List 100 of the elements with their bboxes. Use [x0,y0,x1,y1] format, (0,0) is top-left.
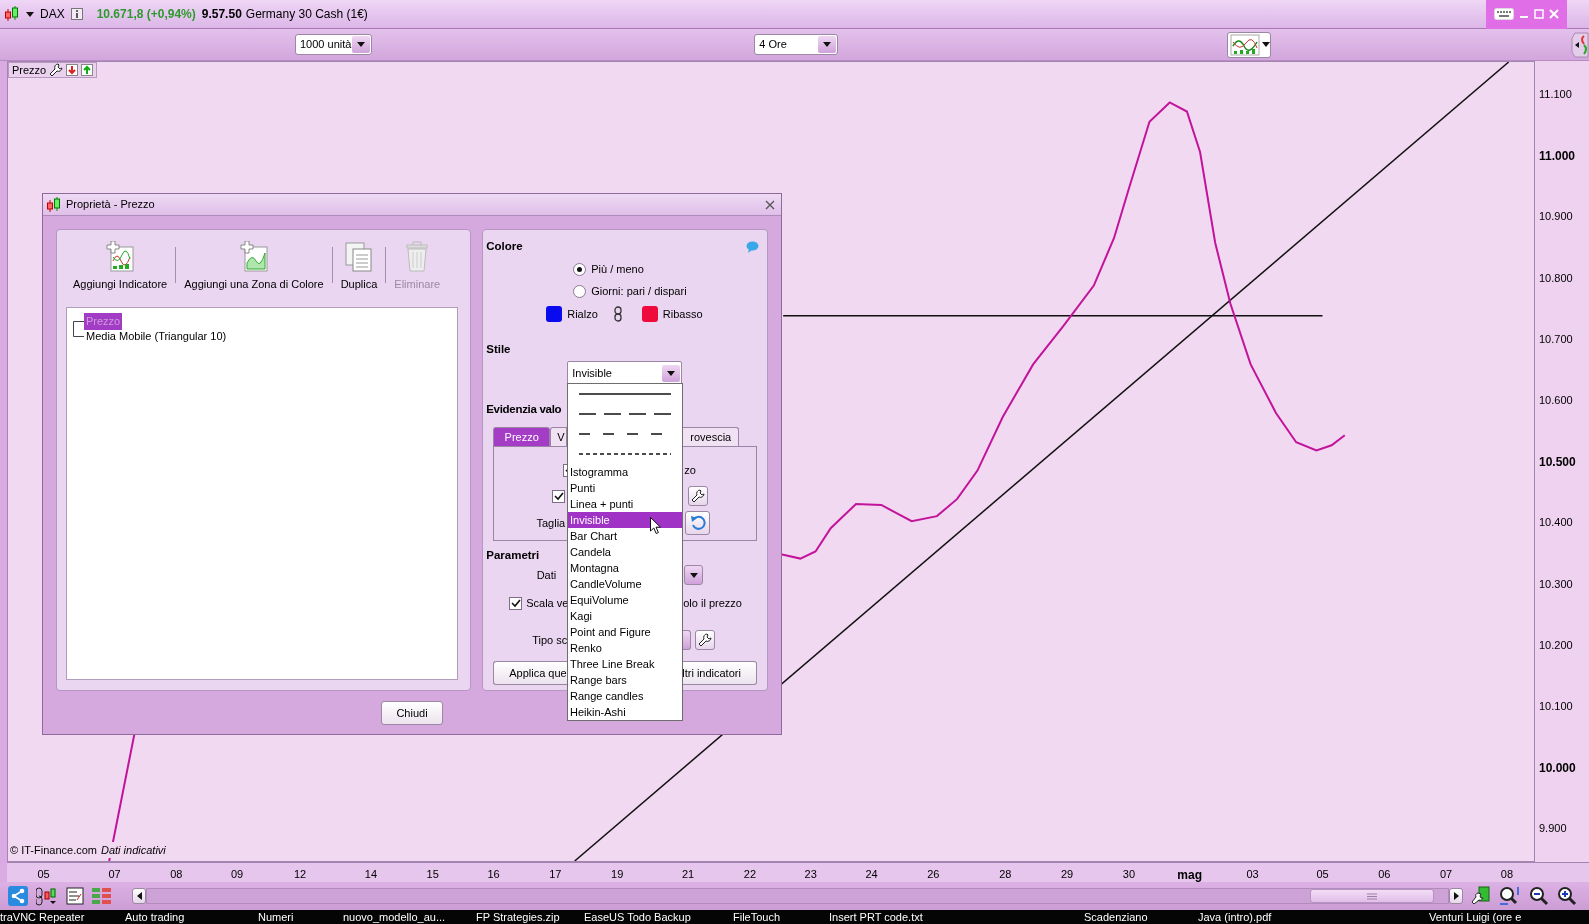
date-label: 29 [1060,867,1074,882]
price-label: 10.100 [1539,699,1573,714]
time-label: 9.57.50 [201,6,242,23]
chain-link-icon[interactable] [613,306,622,322]
maximize-icon[interactable] [1534,9,1544,19]
quantity-dropdown[interactable]: 1000 unità [295,34,373,55]
menu-item[interactable]: Heikin-Ashi [568,704,682,720]
menu-item[interactable]: Linea + punti [568,496,682,512]
zoom-in-icon[interactable] [1557,886,1577,906]
date-label: 26 [927,867,940,882]
scroll-thumb[interactable] [1310,889,1434,903]
toolbar-button[interactable]: Duplica [336,240,382,292]
zoom-fit-icon[interactable] [1499,886,1521,906]
taskbar-item[interactable]: nuovo_modello_au... [343,910,446,924]
taskbar-item[interactable]: Auto trading [125,910,185,924]
taskbar-item[interactable]: Numeri [258,910,294,924]
timeframe-dropdown[interactable]: 4 Ore [754,34,838,55]
menu-item[interactable]: CandleVolume [568,576,682,592]
price-label: 10.400 [1539,515,1573,531]
info-icon[interactable] [70,8,83,20]
linked-candles-icon[interactable] [36,886,58,906]
menu-item[interactable]: Istogramma [568,464,682,480]
taskbar-item[interactable]: Scadenziano [1084,910,1148,924]
checkbox[interactable] [509,596,523,610]
menu-item[interactable]: Range bars [568,672,682,688]
radio-option[interactable]: Più / meno [573,261,644,277]
arrows-icon[interactable] [1571,31,1589,58]
date-label: 17 [549,867,562,882]
menu-item[interactable]: Renko [568,640,682,656]
tree-item[interactable]: Media Mobile (Triangular 10) [84,328,229,345]
date-label: 15 [426,867,439,882]
section-title: Evidenzia valo [486,402,562,417]
style-dropdown[interactable]: Invisible [567,361,683,385]
apply-button[interactable]: ltri indicatori [682,661,758,685]
price-label: 10.600 [1539,393,1573,408]
taskbar-item[interactable]: EaseUS Todo Backup [584,910,691,924]
menu-item[interactable]: Kagi [568,608,682,624]
caret-icon [667,370,676,376]
instrument-name: Germany 30 Cash (1€) [245,6,368,23]
menu-item[interactable]: Range candles [568,688,682,704]
indicator-chart-icon [1229,33,1260,56]
tab[interactable]: rovescia [682,427,740,446]
toolbar-button[interactable]: Aggiungi Indicatore [69,240,172,292]
taskbar-item[interactable]: traVNC Repeater [0,910,85,924]
settings-button[interactable] [688,486,709,506]
close-button[interactable]: Chiudi [381,701,443,725]
taskbar-item[interactable]: Insert PRT code.txt [829,910,923,924]
settings-button[interactable] [695,630,716,650]
checkbox[interactable] [552,489,566,503]
add-indicator-icon [105,240,136,272]
menu-item[interactable]: Montagna [568,560,682,576]
date-label: 30 [1122,867,1135,882]
tab[interactable]: Prezzo [493,427,551,446]
radio-option[interactable]: Giorni: pari / dispari [573,283,687,299]
swatch-label: Ribasso [662,306,703,322]
wrench-icon [691,489,706,503]
reset-button[interactable] [685,511,711,535]
date-label: 22 [743,867,756,882]
taskbar-item[interactable]: Venturi Luigi (ore e [1429,910,1522,924]
menu-item[interactable]: Three Line Break [568,656,682,672]
date-label: 03 [1246,867,1259,882]
copy-icon [343,240,374,272]
price-label: 10.500 [1539,454,1576,472]
taskbar-item[interactable]: FileTouch [733,910,781,924]
color-swatch[interactable] [546,306,563,322]
menu-item[interactable]: Candela [568,544,682,560]
menu-item[interactable]: Invisible [568,512,682,528]
price-change: 10.671,8 (+0,94%) [96,6,196,23]
date-label: 19 [611,867,624,882]
date-label: 07 [1439,867,1453,882]
taskbar-item[interactable]: FP Strategies.zip [476,910,560,924]
close-icon[interactable] [765,199,775,210]
taskbar-item[interactable]: Java (intro).pdf [1198,910,1272,924]
field-label: Tipo sc [532,632,568,648]
date-label: 14 [364,867,377,882]
dropdown-button[interactable] [684,565,704,585]
option-label: zo [684,463,696,478]
date-label: 09 [230,867,244,882]
keyboard-icon[interactable] [1494,8,1514,20]
scroll-left-button[interactable] [132,888,146,904]
apply-button[interactable]: Applica que [493,661,568,685]
wrench-chart-icon[interactable] [1471,886,1491,906]
move-up-icon[interactable] [81,64,94,76]
menu-item[interactable]: Punti [568,480,682,496]
date-label: 16 [487,867,500,882]
toolbar-button[interactable]: Aggiungi una Zona di Colore [180,240,328,292]
tree-connector-line [73,321,84,337]
list-chart-icon[interactable] [66,887,84,905]
add-indicator-button[interactable] [1226,31,1271,58]
scroll-right-button[interactable] [1449,888,1463,904]
color-swatch[interactable] [641,306,658,322]
move-down-icon[interactable] [66,64,79,76]
date-label: 12 [293,867,307,882]
menu-item[interactable]: Point and Figure [568,624,682,640]
share-icon[interactable] [8,886,28,906]
menu-item[interactable]: Bar Chart [568,528,682,544]
tab[interactable]: V [550,427,568,446]
zoom-out-icon[interactable] [1529,886,1549,906]
swatch-label: Rialzo [567,306,598,322]
menu-item[interactable]: EquiVolume [568,592,682,608]
